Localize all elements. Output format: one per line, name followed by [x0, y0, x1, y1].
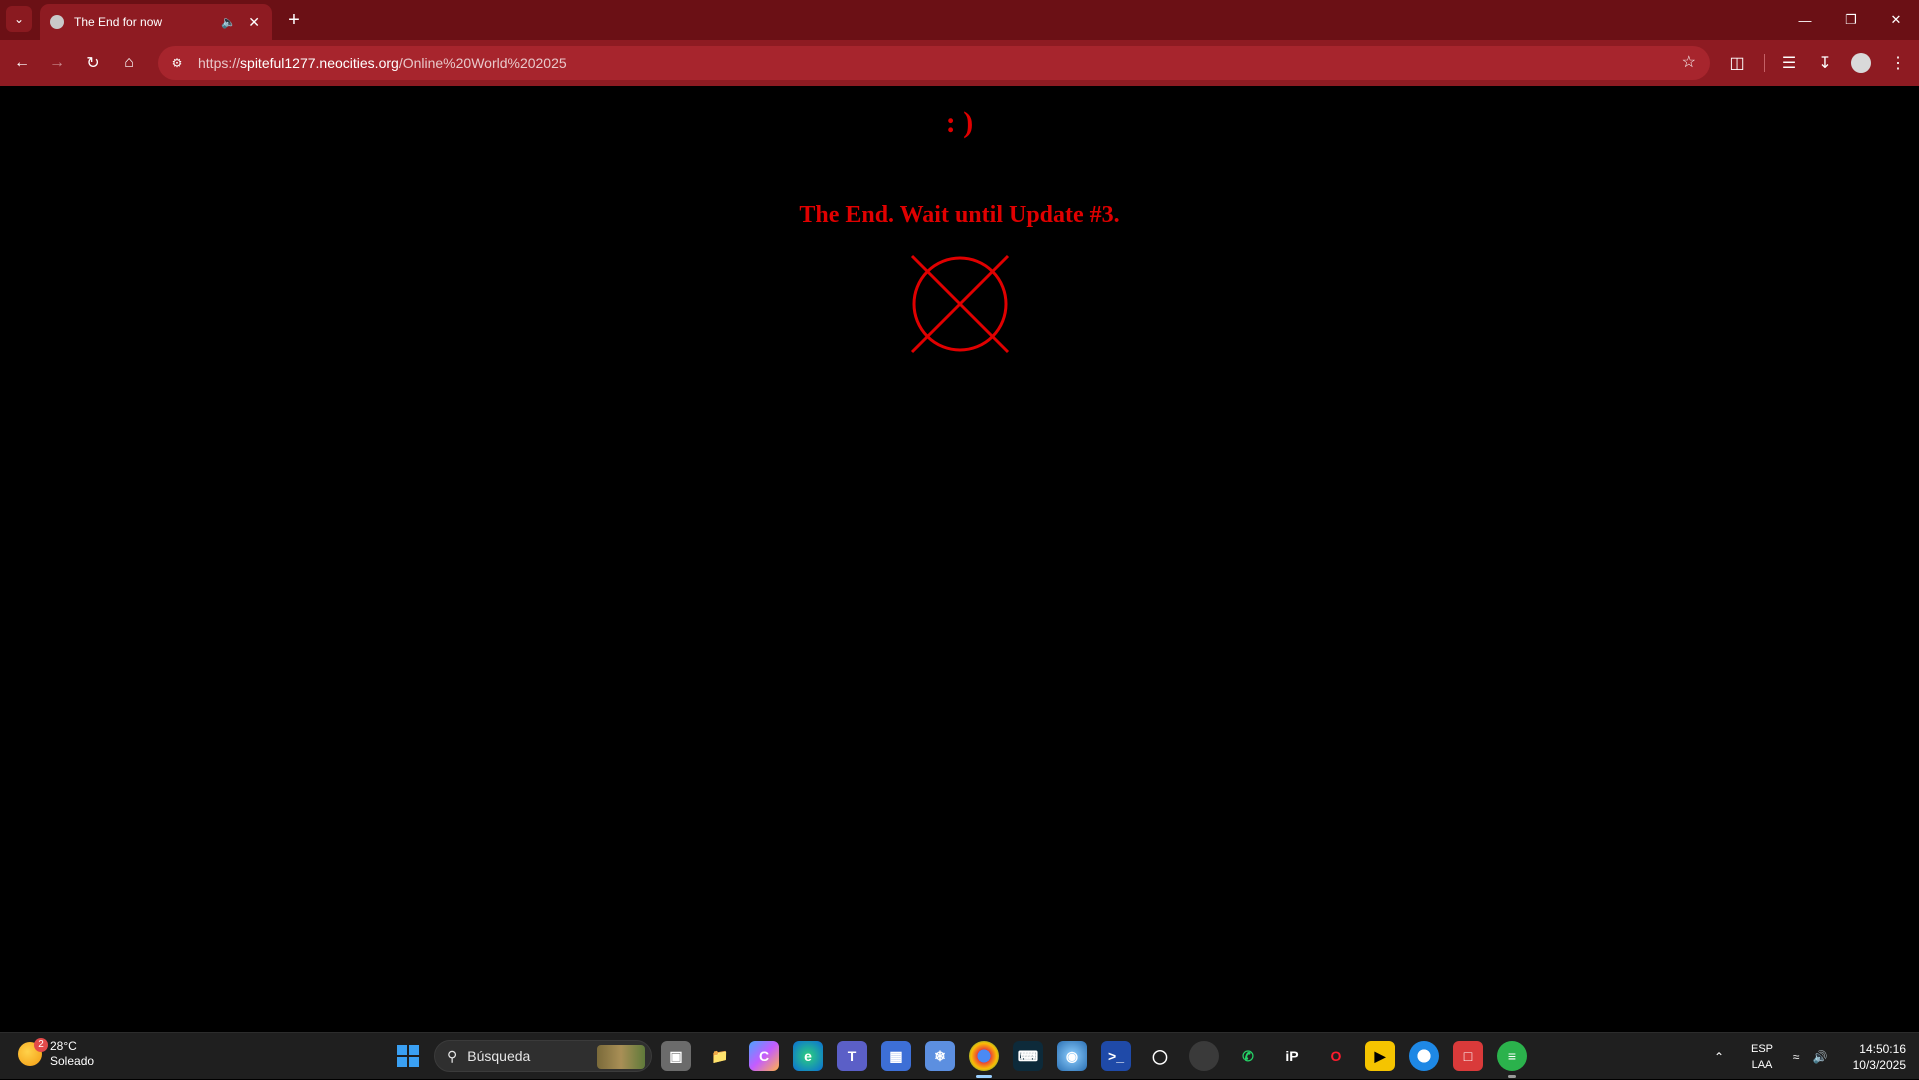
wifi-icon[interactable]: ≈: [1784, 1033, 1808, 1080]
speaker-icon[interactable]: 🔈: [221, 15, 236, 29]
toolbar-divider: [1764, 54, 1765, 72]
microsoft-store-icon[interactable]: ▦: [881, 1041, 911, 1071]
chrome-active-indicator: [976, 1075, 992, 1078]
photo-app-icon[interactable]: ❄: [925, 1041, 955, 1071]
system-clock[interactable]: 14:50:16 10/3/2025: [1836, 1033, 1906, 1080]
extensions-puzzle-icon[interactable]: ◫: [1723, 49, 1751, 77]
blue-circle-app-icon[interactable]: [1409, 1041, 1439, 1071]
clock-time: 14:50:16: [1859, 1041, 1906, 1056]
language-indicator[interactable]: ESP LAA: [1744, 1033, 1780, 1080]
windows-start-icon[interactable]: [393, 1041, 423, 1071]
volume-icon[interactable]: 🔊: [1808, 1033, 1832, 1080]
url-path: /Online%20World%202025: [398, 55, 567, 71]
url-host: spiteful1277.neocities.org: [240, 55, 399, 71]
search-placeholder: Búsqueda: [467, 1048, 531, 1064]
teams-icon[interactable]: T: [837, 1041, 867, 1071]
calendar-app-icon[interactable]: □: [1453, 1041, 1483, 1071]
streaming-app-icon[interactable]: ▶: [1365, 1041, 1395, 1071]
github-desktop-icon[interactable]: ◯: [1145, 1041, 1175, 1071]
terminal-app-icon[interactable]: ⌨: [1013, 1041, 1043, 1071]
new-tab-button[interactable]: +: [282, 8, 306, 32]
home-icon[interactable]: ⌂: [115, 49, 143, 77]
task-view-icon[interactable]: ▣: [661, 1041, 691, 1071]
restore-icon[interactable]: ❐: [1828, 0, 1874, 40]
url-scheme: https://: [198, 55, 241, 71]
media-control-icon[interactable]: ☰: [1775, 49, 1803, 77]
circle-app-icon[interactable]: [1189, 1041, 1219, 1071]
tab-strip: ⌄ The End for now 🔈 ✕ + — ❐ ✕: [0, 0, 1919, 40]
opera-icon[interactable]: O: [1321, 1041, 1351, 1071]
green-app-icon[interactable]: ≡: [1497, 1041, 1527, 1071]
lang-line2: LAA: [1751, 1058, 1773, 1071]
weather-desc: Soleado: [50, 1054, 95, 1068]
tray-chevron-icon[interactable]: ⌃: [1706, 1033, 1732, 1080]
crossed-circle-icon: [910, 254, 1010, 354]
smiley-text: : ): [945, 106, 974, 139]
copilot-icon[interactable]: C: [749, 1041, 779, 1071]
running-indicator: [1508, 1075, 1516, 1078]
profile-avatar[interactable]: [1847, 49, 1875, 77]
site-info-icon[interactable]: ⚙: [164, 50, 190, 76]
whatsapp-icon[interactable]: ✆: [1233, 1041, 1263, 1071]
chrome-icon[interactable]: [969, 1041, 999, 1071]
bookmark-star-icon[interactable]: ☆: [1682, 52, 1696, 72]
weather-temp: 28°C: [50, 1039, 77, 1053]
tab-title: The End for now: [74, 15, 163, 29]
lang-line1: ESP: [1750, 1042, 1773, 1055]
menu-kebab-icon[interactable]: ⋮: [1884, 49, 1912, 77]
ibis-paint-icon[interactable]: iP: [1277, 1041, 1307, 1071]
page-heading: The End. Wait until Update #3.: [799, 202, 1120, 228]
search-icon: ⚲: [447, 1047, 458, 1064]
globe-favicon-icon: [50, 15, 64, 29]
address-bar[interactable]: ⚙ https://spiteful1277.neocities.org/Onl…: [158, 46, 1710, 80]
search-highlight-image: [597, 1045, 645, 1069]
taskbar: 2 28°C Soleado ⚲ Búsqueda ▣ 📁 C e T ▦ ❄ …: [0, 1032, 1919, 1079]
file-explorer-icon[interactable]: 📁: [705, 1041, 735, 1071]
tab-close-icon[interactable]: ✕: [248, 14, 260, 31]
minimize-icon[interactable]: —: [1782, 0, 1828, 40]
reload-icon[interactable]: ↻: [79, 49, 107, 77]
window-close-icon[interactable]: ✕: [1873, 0, 1919, 40]
forward-arrow-icon[interactable]: →: [43, 49, 71, 77]
tab-search-chevron-icon[interactable]: ⌄: [6, 6, 32, 32]
back-arrow-icon[interactable]: ←: [8, 49, 36, 77]
edge-browser-icon[interactable]: e: [793, 1041, 823, 1071]
download-icon[interactable]: ↧: [1811, 49, 1839, 77]
sun-icon: 2: [18, 1038, 48, 1066]
browser-toolbar: ← → ↻ ⌂ ⚙ https://spiteful1277.neocities…: [0, 40, 1919, 86]
active-tab[interactable]: The End for now 🔈 ✕: [40, 4, 272, 40]
powershell-icon[interactable]: >_: [1101, 1041, 1131, 1071]
paint-app-icon[interactable]: ◉: [1057, 1041, 1087, 1071]
notification-badge: 2: [34, 1038, 48, 1052]
taskbar-search[interactable]: ⚲ Búsqueda: [434, 1040, 652, 1072]
page-content: : ) The End. Wait until Update #3.: [0, 86, 1919, 1032]
clock-date: 10/3/2025: [1852, 1057, 1906, 1072]
weather-widget[interactable]: 2 28°C Soleado: [18, 1038, 95, 1069]
